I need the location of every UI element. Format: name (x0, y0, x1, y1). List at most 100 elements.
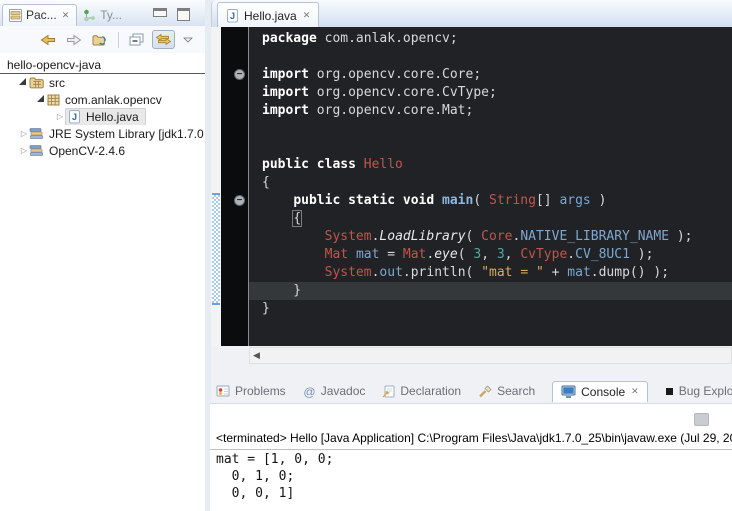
code-line[interactable] (249, 120, 732, 138)
java-file-icon: J (226, 9, 239, 23)
range-ruler (211, 27, 221, 346)
package-explorer-toolbar (0, 26, 205, 53)
collapsed-arrow-icon[interactable]: ▷ (19, 146, 29, 155)
tree-item-src[interactable]: src (0, 74, 205, 91)
code-line[interactable]: { (249, 174, 732, 192)
collapse-all-icon (129, 33, 144, 46)
close-icon[interactable]: ✕ (630, 386, 639, 397)
bottom-tab-bug-explorer[interactable]: Bug Explorer (665, 384, 732, 398)
tree-item-jre-system-library-jdk1-7-0[interactable]: ▷ JRE System Library [jdk1.7.0 (0, 125, 205, 142)
bottom-tab-label: Bug Explorer (679, 384, 732, 398)
search-icon (478, 385, 492, 398)
view-tab-pac[interactable]: Pac... ✕ (2, 4, 77, 26)
code-line[interactable]: System.LoadLibrary( Core.NATIVE_LIBRARY_… (249, 228, 732, 246)
close-icon[interactable]: ✕ (302, 10, 311, 21)
code-token: + (544, 265, 567, 280)
back-button[interactable] (38, 32, 58, 48)
bottom-tab-console[interactable]: Console✕ (552, 381, 648, 402)
code-token: ( (473, 193, 489, 208)
expanded-arrow-icon[interactable] (19, 78, 26, 85)
code-token: CvType (520, 247, 567, 262)
bottom-tab-search[interactable]: Search (478, 384, 535, 398)
console-output-line: 0, 0, 1] (216, 485, 333, 502)
console-output-line: mat = [1, 0, 0; (216, 451, 333, 468)
code-token (434, 193, 442, 208)
fold-collapse-icon[interactable]: − (234, 195, 245, 206)
code-token: System (325, 229, 372, 244)
code-line[interactable]: import org.opencv.core.CvType; (249, 84, 732, 102)
link-with-editor-button[interactable] (152, 30, 175, 49)
close-icon[interactable]: ✕ (61, 10, 70, 21)
console-icon (561, 385, 576, 398)
code-token: args (559, 193, 590, 208)
editor-tab-hello-java[interactable]: J Hello.java ✕ (217, 2, 319, 28)
scroll-left-icon[interactable]: ◀ (250, 350, 260, 361)
code-line[interactable]: public class Hello (249, 156, 732, 174)
code-token: ( (466, 229, 482, 244)
expanded-arrow-icon[interactable] (37, 95, 44, 102)
horizontal-scrollbar[interactable]: ◀ (249, 347, 732, 364)
left-panel-header: Pac... ✕ Ty... (0, 0, 205, 27)
code-line[interactable]: package com.anlak.opencv; (249, 30, 732, 48)
code-line[interactable]: import org.opencv.core.Core; (249, 66, 732, 84)
tree-item-hello-opencv-java[interactable]: hello-opencv-java (0, 56, 205, 74)
method-range-indicator (212, 193, 220, 305)
code-token: main (442, 193, 473, 208)
tree-item-label: JRE System Library [jdk1.7.0 (49, 127, 204, 141)
svg-text:@: @ (303, 385, 315, 398)
java-file-icon: J (68, 110, 81, 124)
collapsed-arrow-icon[interactable]: ▷ (19, 129, 29, 138)
collapsed-arrow-icon[interactable]: ▷ (55, 112, 65, 121)
collapse-all-button[interactable] (127, 31, 146, 48)
code-token: org.opencv.core.Core; (309, 67, 481, 82)
code-line[interactable] (249, 138, 732, 156)
code-token: Mat (325, 247, 348, 262)
editor-tab-bar: J Hello.java ✕ (211, 0, 732, 28)
code-editor[interactable]: package com.anlak.opencv; import org.open… (249, 27, 732, 346)
up-button[interactable] (90, 31, 110, 49)
code-token (262, 229, 325, 244)
code-line[interactable]: { (249, 210, 732, 228)
view-tab-label: Ty... (100, 8, 122, 22)
up-icon (92, 33, 108, 47)
code-token: ( (458, 247, 474, 262)
code-line[interactable]: System.out.println( "mat = " + mat.dump(… (249, 264, 732, 282)
code-token: public class (262, 157, 356, 172)
code-line[interactable]: Mat mat = Mat.eye( 3, 3, CvType.CV_8UC1 … (249, 246, 732, 264)
console-output[interactable]: mat = [1, 0, 0; 0, 1, 0; 0, 0, 1] (216, 451, 333, 502)
code-line[interactable]: public static void main( String[] args ) (249, 192, 732, 210)
tree-item-opencv-2-4-6[interactable]: ▷ OpenCV-2.4.6 (0, 142, 205, 159)
code-token: mat (356, 247, 379, 262)
fold-collapse-icon[interactable]: − (234, 69, 245, 80)
code-line[interactable] (249, 48, 732, 66)
back-icon (40, 34, 56, 46)
tree-item-label: src (49, 76, 65, 90)
code-line[interactable]: import org.opencv.core.Mat; (249, 102, 732, 120)
tree-item-hello-java[interactable]: ▷JHello.java (0, 108, 205, 125)
link-with-editor-icon (155, 33, 172, 46)
tree-item-label: hello-opencv-java (7, 58, 101, 72)
bottom-tab-problems[interactable]: Problems (216, 384, 286, 398)
maximize-icon[interactable] (177, 8, 190, 21)
bottom-tab-javadoc[interactable]: @Javadoc (303, 384, 366, 398)
tree-item-label: OpenCV-2.4.6 (49, 144, 125, 158)
minimize-icon[interactable] (153, 8, 167, 17)
view-tab-ty[interactable]: Ty... (77, 5, 129, 26)
code-line[interactable]: } (249, 282, 732, 300)
view-menu-icon (183, 37, 193, 43)
code-token: [] (536, 193, 559, 208)
code-token: import (262, 67, 309, 82)
code-token: com.anlak.opencv; (317, 31, 458, 46)
tree-item-com-anlak-opencv[interactable]: com.anlak.opencv (0, 91, 205, 108)
console-toolbar-button[interactable] (694, 413, 709, 426)
code-token: NATIVE_LIBRARY_NAME (520, 229, 669, 244)
code-line[interactable]: } (249, 300, 732, 318)
package-folder-icon (29, 76, 44, 89)
package-explorer-icon (9, 9, 22, 22)
forward-button[interactable] (64, 32, 84, 48)
view-menu-button[interactable] (181, 35, 195, 45)
view-tab-label: Pac... (26, 8, 57, 22)
bottom-tab-declaration[interactable]: Declaration (382, 384, 461, 398)
code-token: Mat (403, 247, 426, 262)
code-token: } (262, 301, 270, 316)
